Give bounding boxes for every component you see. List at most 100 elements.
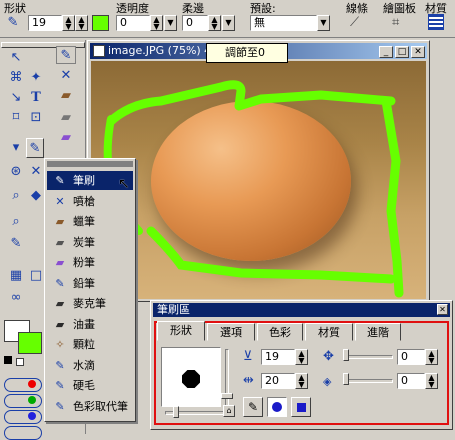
roundness-slider[interactable]	[343, 379, 393, 383]
preset-select[interactable]: 無	[250, 15, 317, 31]
transform-tool-icon[interactable]: ↘	[6, 88, 26, 108]
fill-tool-icon[interactable]: ◆	[26, 186, 46, 206]
color-swatch[interactable]	[92, 15, 109, 31]
menu-item-6[interactable]: ✎ 鉛筆	[47, 274, 133, 293]
lasso-tool-icon[interactable]: ⌘	[6, 68, 26, 88]
resize-tool-icon[interactable]: ⊡	[26, 108, 46, 128]
minimize-button[interactable]: _	[379, 46, 393, 58]
preview-horizontal-thumb[interactable]	[173, 406, 179, 418]
document-icon	[93, 45, 105, 57]
default-colors-icon[interactable]	[4, 356, 12, 364]
preset-chalk-icon[interactable]: ▰	[56, 128, 76, 148]
grid-icon[interactable]: ▦	[6, 266, 26, 286]
roundness-spinner[interactable]: ▲ ▼	[425, 373, 438, 389]
preview-vertical-thumb[interactable]	[221, 393, 233, 399]
angle-slider[interactable]	[343, 355, 393, 359]
tab-4[interactable]: 材質	[305, 323, 353, 341]
menu-item-label: 粉筆	[73, 256, 95, 269]
angle-spinner[interactable]: ▲ ▼	[425, 349, 438, 365]
menu-item-4[interactable]: ▰ 炭筆	[47, 233, 133, 252]
tablet-icon[interactable]: ⌗	[392, 14, 408, 32]
opacity-dropdown[interactable]: ▼	[164, 15, 177, 31]
lock-icon[interactable]: ⌂	[223, 405, 235, 417]
panel-opacity-field[interactable]: 20	[261, 373, 295, 389]
soft-edge-field[interactable]: 0	[182, 15, 208, 31]
zoom-tool-icon[interactable]: ⌕	[6, 212, 26, 232]
link-icon[interactable]: ∞	[6, 288, 26, 308]
panel-opacity-spinner[interactable]: ▲ ▼	[295, 373, 308, 389]
clone-tool-icon[interactable]: ⊛	[6, 162, 26, 182]
panel-size-spinner[interactable]: ▲ ▼	[295, 349, 308, 365]
tab-3[interactable]: 色彩	[257, 323, 303, 341]
swap-colors-icon[interactable]	[16, 358, 24, 366]
background-color-swatch[interactable]	[18, 332, 42, 354]
roundness-field[interactable]: 0	[397, 373, 425, 389]
eyedropper-icon[interactable]: ⌕	[6, 186, 26, 206]
preset-dropdown[interactable]: ▼	[317, 15, 330, 31]
brush-preview	[161, 347, 221, 407]
custom-brush-button[interactable]: ✎	[243, 397, 263, 417]
preset-airbrush-icon[interactable]: ✕	[56, 66, 76, 86]
size-spinner-2[interactable]: ▲ ▼	[75, 15, 88, 31]
menu-item-label: 顆粒	[73, 338, 95, 351]
menu-item-10[interactable]: ✎ 水滴	[47, 356, 133, 375]
tooltip: 調節至0	[206, 43, 288, 63]
panel-close-button[interactable]: ✕	[437, 304, 448, 315]
pointer-tool-icon[interactable]: ↖	[6, 48, 26, 68]
water-drop-icon: ✎	[55, 358, 65, 372]
text-tool-icon[interactable]: T	[26, 88, 46, 108]
menu-item-9[interactable]: ✧ 顆粒	[47, 335, 133, 354]
tab-1[interactable]: 形狀	[157, 321, 205, 341]
color-replace-icon: ✎	[55, 399, 65, 413]
paint-bucket-icon[interactable]: ▾	[6, 138, 26, 158]
opacity-spinner[interactable]: ▲ ▼	[150, 15, 163, 31]
preset-charcoal-icon[interactable]: ▰	[56, 108, 76, 128]
grain-icon: ✧	[55, 338, 65, 351]
preset-label: 預設:	[250, 2, 276, 15]
menu-item-7[interactable]: ▰ 麥克筆	[47, 294, 133, 313]
pencil-icon: ✎	[55, 276, 65, 290]
brush-type-menu: ✎ 筆刷 ✕ 噴槍 ▰ 蠟筆 ▰ 炭筆 ▰ 粉筆 ✎ 鉛筆 ▰ 麥克筆 ▰ 油畫 ✧ 顆粒 ✎ 水滴 ✎ 硬毛 ✎ 色彩取代筆	[44, 158, 136, 422]
brush-icon: ✎	[55, 174, 65, 187]
image-canvas[interactable]	[91, 61, 426, 299]
roundness-slider-thumb[interactable]	[343, 373, 349, 385]
maximize-button[interactable]: □	[395, 46, 409, 58]
mode-button-1[interactable]	[4, 378, 42, 392]
menu-item-3[interactable]: ▰ 蠟筆	[47, 212, 133, 231]
mode-button-3[interactable]	[4, 410, 42, 424]
brush-shape-icon[interactable]: ✎	[4, 14, 22, 32]
preset-crayon-icon[interactable]: ▰	[56, 86, 76, 106]
angle-field[interactable]: 0	[397, 349, 425, 365]
round-brush-button[interactable]	[267, 397, 287, 417]
opacity-label: 透明度	[116, 2, 149, 15]
opacity-field[interactable]: 0	[116, 15, 150, 31]
brush-tool-icon[interactable]: ✎	[26, 138, 44, 158]
menu-item-2[interactable]: ✕ 噴槍	[47, 192, 133, 211]
menu-item-8[interactable]: ▰ 油畫	[47, 315, 133, 334]
close-button[interactable]: ✕	[411, 46, 425, 58]
mode-button-2[interactable]	[4, 394, 42, 408]
soft-edge-dropdown[interactable]: ▼	[222, 15, 235, 31]
pen-tool-icon[interactable]: ✎	[6, 234, 26, 254]
crop-tool-icon[interactable]: ⌑	[6, 108, 26, 128]
mode-button-4[interactable]	[4, 426, 42, 440]
menu-item-12[interactable]: ✎ 色彩取代筆	[47, 397, 133, 416]
frame-tool-icon[interactable]: □	[26, 266, 46, 286]
preset-brush-icon[interactable]: ✎	[56, 46, 76, 64]
menu-item-5[interactable]: ▰ 粉筆	[47, 253, 133, 272]
tab-2[interactable]: 選項	[207, 323, 255, 341]
brush-panel-title[interactable]: 筆刷區 ✕	[153, 303, 450, 317]
soft-edge-label: 柔邊	[182, 2, 204, 15]
soft-edge-spinner[interactable]: ▲ ▼	[208, 15, 221, 31]
material-icon[interactable]	[428, 14, 444, 30]
size-spinner[interactable]: ▲ ▼	[62, 15, 75, 31]
angle-slider-thumb[interactable]	[343, 349, 349, 361]
smudge-tool-icon[interactable]: ✕	[26, 162, 46, 182]
menu-item-11[interactable]: ✎ 硬毛	[47, 376, 133, 395]
panel-size-field[interactable]: 19	[261, 349, 295, 365]
square-brush-button[interactable]	[291, 397, 311, 417]
magic-wand-icon[interactable]: ✦	[26, 68, 46, 88]
size-field[interactable]: 19	[28, 15, 62, 31]
tab-5[interactable]: 進階	[355, 323, 401, 341]
line-icon[interactable]: ⟋	[350, 14, 366, 32]
